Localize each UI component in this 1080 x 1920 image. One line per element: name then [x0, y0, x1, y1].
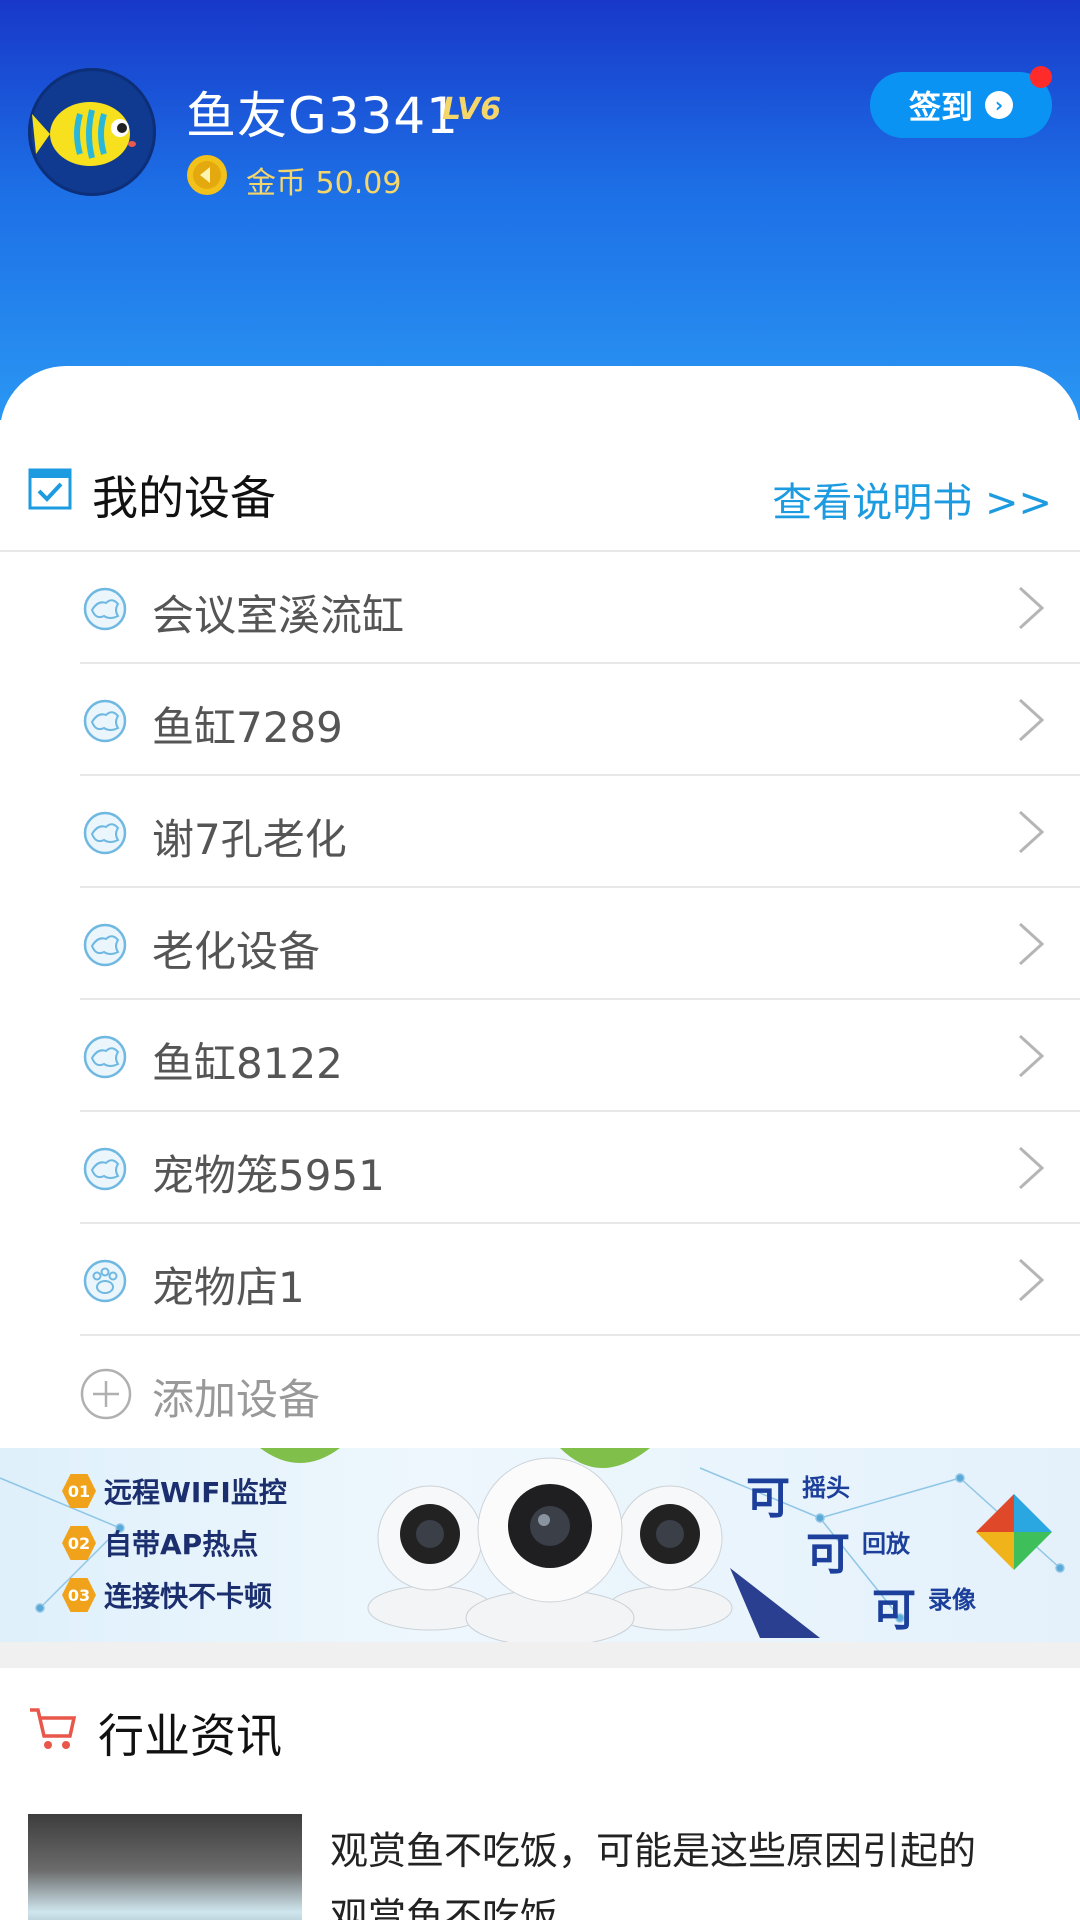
chevron-right-icon: [1016, 696, 1046, 744]
cart-icon: [30, 1708, 77, 1749]
fish-tank-icon: [82, 922, 128, 968]
device-name: 老化设备: [152, 927, 321, 976]
device-row[interactable]: 会议室溪流缸: [0, 552, 1080, 664]
device-name: 谢7孔老化: [152, 815, 347, 864]
fish-avatar-icon: [32, 102, 136, 166]
feature-item: 03 连接快不卡顿: [62, 1574, 272, 1616]
checkin-label: 签到: [908, 88, 973, 126]
paw-icon: [82, 1258, 128, 1304]
add-device-label: 添加设备: [152, 1375, 321, 1424]
feature-text: 连接快不卡顿: [104, 1580, 273, 1613]
feature-text: 自带AP热点: [104, 1528, 259, 1561]
feature-number: 03: [62, 1578, 96, 1612]
slogan-text: 回放: [862, 1530, 910, 1558]
news-thumbnail[interactable]: [28, 1814, 302, 1920]
news-headline[interactable]: 观赏鱼不吃饭，可能是这些原因引起的: [330, 1820, 976, 1875]
device-list: 会议室溪流缸 鱼缸7289 谢7孔老化老化设备鱼缸8122 宠物笼5951 宠物店1 添加…: [0, 552, 1080, 1448]
device-row[interactable]: 宠物店1: [0, 1224, 1080, 1336]
device-name: 鱼缸7289: [152, 703, 343, 752]
news-summary: 观赏鱼不吃饭: [330, 1895, 559, 1920]
slogan-text: 录像: [928, 1586, 976, 1614]
checkbox-icon: [28, 468, 72, 510]
slogan-ke: 可: [746, 1473, 790, 1524]
fish-tank-icon: [82, 698, 128, 744]
coin-balance: 金币 50.09: [246, 166, 402, 201]
profile-header: 鱼友G3341 LV6 金币 50.09 签到 ›: [0, 0, 1080, 420]
device-name: 宠物店1: [152, 1263, 305, 1312]
feature-item: 02 自带AP热点: [62, 1522, 258, 1564]
notification-dot: [1030, 66, 1052, 88]
fish-tank-icon: [82, 810, 128, 856]
view-manual-link[interactable]: 查看说明书 >>: [772, 470, 1052, 528]
avatar[interactable]: [28, 68, 156, 196]
plus-circle-icon: [80, 1368, 132, 1420]
chevron-right-icon: [1016, 808, 1046, 856]
devices-section-header: 我的设备 查看说明书 >>: [0, 446, 1080, 552]
device-name: 宠物笼5951: [152, 1151, 385, 1200]
chevron-right-icon: [1016, 584, 1046, 632]
chevron-right-icon: ›: [985, 91, 1013, 119]
fish-tank-icon: [82, 586, 128, 632]
camera-ad-banner[interactable]: 01 远程WIFI监控 02 自带AP热点 03 连接快不卡顿 可 摇头 可 回…: [0, 1448, 1080, 1642]
slogan-text: 摇头: [802, 1474, 850, 1502]
device-name: 鱼缸8122: [152, 1039, 343, 1088]
device-row[interactable]: 谢7孔老化: [0, 776, 1080, 888]
fish-tank-icon: [82, 1034, 128, 1080]
fish-tank-icon: [82, 1146, 128, 1192]
device-row[interactable]: 宠物笼5951: [0, 1112, 1080, 1224]
feature-number: 01: [62, 1474, 96, 1508]
username: 鱼友G3341: [186, 87, 459, 145]
camera-product-image: [367, 1457, 733, 1642]
coin-icon: [187, 155, 227, 195]
device-row[interactable]: 鱼缸8122: [0, 1000, 1080, 1112]
feature-item: 01 远程WIFI监控: [62, 1470, 287, 1512]
level-badge: LV6: [442, 92, 502, 127]
chevron-right-icon: [1016, 1144, 1046, 1192]
feature-text: 远程WIFI监控: [104, 1476, 287, 1509]
feature-number: 02: [62, 1526, 96, 1560]
chevron-right-icon: [1016, 920, 1046, 968]
chevron-right-icon: [1016, 1256, 1046, 1304]
devices-title: 我的设备: [92, 471, 276, 525]
section-separator: [0, 1642, 1080, 1668]
chevron-right-icon: [1016, 1032, 1046, 1080]
device-row[interactable]: 鱼缸7289: [0, 664, 1080, 776]
slogan-ke: 可: [872, 1585, 916, 1636]
add-device-button[interactable]: 添加设备: [0, 1336, 1080, 1448]
slogan-ke: 可: [806, 1529, 850, 1580]
brand-logo-icon: [976, 1494, 1052, 1570]
news-section-title: 行业资讯: [98, 1709, 282, 1763]
device-row[interactable]: 老化设备: [0, 888, 1080, 1000]
checkin-button[interactable]: 签到 ›: [870, 72, 1052, 138]
device-name: 会议室溪流缸: [152, 591, 405, 640]
